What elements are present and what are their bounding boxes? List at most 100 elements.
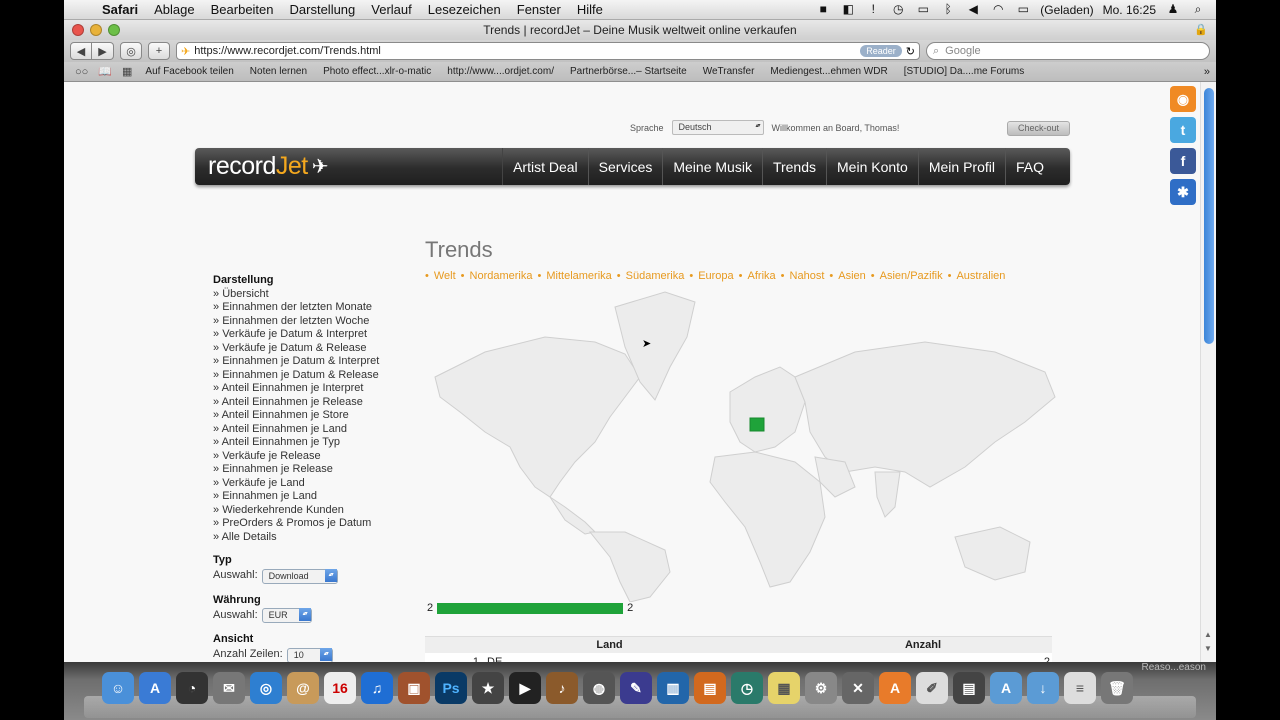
itunes-icon[interactable]: ♫ (361, 672, 393, 704)
reader-button[interactable]: Reader (860, 45, 902, 57)
bookmark-item[interactable]: Noten lernen (242, 66, 315, 77)
scroll-up-arrow[interactable]: ▲ (1204, 630, 1212, 639)
report-link[interactable]: Einnahmen je Datum & Release (213, 369, 379, 383)
page-scrollbar[interactable]: ▲ ▼ (1200, 82, 1216, 662)
calendar-icon[interactable]: 16 (324, 672, 356, 704)
alert-icon[interactable]: ! (865, 3, 881, 16)
address-book-icon[interactable]: @ (287, 672, 319, 704)
reload-icon[interactable]: ↻ (906, 45, 915, 58)
region-link[interactable]: Asien/Pazifik (871, 270, 943, 282)
report-link[interactable]: Alle Details (213, 531, 379, 545)
ansicht-select[interactable]: 10 (286, 647, 333, 662)
report-link[interactable]: Wiederkehrende Kunden (213, 504, 379, 518)
bookmark-item[interactable]: Mediengest...ehmen WDR (762, 66, 895, 77)
documents-stack-icon[interactable]: ≡ (1064, 672, 1096, 704)
spotlight-icon[interactable]: ⌕ (1190, 3, 1206, 16)
typ-select[interactable]: Download (261, 568, 338, 584)
table-row[interactable]: 1 DE 2 (425, 653, 1052, 662)
address-bar[interactable]: ✈ https://www.recordjet.com/Trends.html … (176, 42, 920, 60)
menu-safari[interactable]: Safari (94, 2, 146, 17)
tool-icon[interactable]: ◧ (840, 3, 856, 16)
report-link[interactable]: Anteil Einnahmen je Land (213, 423, 379, 437)
stickies-icon[interactable]: ▦ (768, 672, 800, 704)
iphoto-icon[interactable]: ▣ (398, 672, 430, 704)
report-link[interactable]: Verkäufe je Datum & Release (213, 342, 379, 356)
battery-icon[interactable]: ▭ (1015, 3, 1031, 16)
world-map[interactable]: ➤ (425, 282, 1061, 602)
app-store-icon[interactable]: A (139, 672, 171, 704)
back-button[interactable]: ◀ (70, 42, 92, 60)
report-link[interactable]: Verkäufe je Datum & Interpret (213, 328, 379, 342)
menu-lesezeichen[interactable]: Lesezeichen (420, 2, 509, 17)
menu-darstellung[interactable]: Darstellung (282, 2, 364, 17)
top-sites-button[interactable]: ◎ (120, 42, 142, 60)
preview-icon[interactable]: ✎ (620, 672, 652, 704)
final-cut-icon[interactable]: ▶ (509, 672, 541, 704)
checkout-button[interactable]: Check-out (1007, 121, 1070, 136)
display-icon[interactable]: ▭ (915, 3, 931, 16)
report-link[interactable]: Anteil Einnahmen je Release (213, 396, 379, 410)
time-machine-icon[interactable]: ◷ (731, 672, 763, 704)
bookmark-item[interactable]: http://www....ordjet.com/ (439, 66, 562, 77)
numbers-icon[interactable]: ▥ (657, 672, 689, 704)
region-link[interactable]: Europa (689, 270, 733, 282)
camera-icon[interactable]: ■ (815, 3, 831, 16)
time-machine-icon[interactable]: ◷ (890, 3, 906, 16)
menubar-clock[interactable]: Mo. 16:25 (1103, 3, 1156, 17)
keynote-icon[interactable]: ▤ (694, 672, 726, 704)
zoom-window-button[interactable] (108, 24, 120, 36)
nav-faq[interactable]: FAQ (1004, 148, 1054, 185)
nav-mein-profil[interactable]: Mein Profil (917, 148, 1005, 185)
column-anzahl[interactable]: Anzahl (794, 639, 1052, 651)
region-link[interactable]: Afrika (739, 270, 776, 282)
vlc-icon[interactable]: A (879, 672, 911, 704)
report-link[interactable]: Einnahmen je Release (213, 463, 379, 477)
report-link[interactable]: Anteil Einnahmen je Interpret (213, 382, 379, 396)
myspace-icon[interactable]: ✱ (1170, 179, 1196, 205)
search-field[interactable]: ⌕ Google (926, 42, 1210, 60)
report-link[interactable]: Verkäufe je Release (213, 450, 379, 464)
close-window-button[interactable] (72, 24, 84, 36)
bluetooth-icon[interactable]: ᛒ (940, 3, 956, 16)
menu-verlauf[interactable]: Verlauf (363, 2, 419, 17)
top-sites-grid-icon[interactable]: ▦ (117, 65, 137, 78)
report-link[interactable]: Einnahmen je Datum & Interpret (213, 355, 379, 369)
language-select[interactable]: Deutsch (671, 120, 764, 135)
region-link[interactable]: Australien (948, 270, 1005, 282)
report-link[interactable]: Übersicht (213, 288, 379, 302)
more-bookmarks-icon[interactable]: » (1204, 66, 1210, 78)
menu-bearbeiten[interactable]: Bearbeiten (203, 2, 282, 17)
volume-icon[interactable]: ◀ (965, 3, 981, 16)
scroll-down-arrow[interactable]: ▼ (1204, 644, 1212, 653)
add-bookmark-button[interactable]: + (148, 42, 170, 60)
photoshop-icon[interactable]: Ps (435, 672, 467, 704)
forward-button[interactable]: ▶ (92, 42, 114, 60)
menu-fenster[interactable]: Fenster (509, 2, 569, 17)
column-land[interactable]: Land (425, 639, 794, 651)
wifi-icon[interactable]: ◠ (990, 3, 1006, 16)
region-link[interactable]: Mittelamerika (538, 270, 611, 282)
dashboard-icon[interactable]: ◔ (176, 672, 208, 704)
bookmark-item[interactable]: [STUDIO] Da....me Forums (896, 66, 1033, 77)
photo-booth-icon[interactable]: ▤ (953, 672, 985, 704)
downloads-folder-icon[interactable]: ↓ (1027, 672, 1059, 704)
bookmark-item[interactable]: Auf Facebook teilen (137, 66, 241, 77)
imovie-star-icon[interactable]: ★ (472, 672, 504, 704)
region-link[interactable]: Südamerika (617, 270, 685, 282)
bookmark-item[interactable]: Photo effect...xlr-o-matic (315, 66, 439, 77)
region-link[interactable]: Nahost (781, 270, 825, 282)
nav-meine-musik[interactable]: Meine Musik (662, 148, 762, 185)
utility-icon[interactable]: ✕ (842, 672, 874, 704)
minimize-window-button[interactable] (90, 24, 102, 36)
trash-icon[interactable]: 🗑 (1101, 672, 1133, 704)
scrollbar-thumb[interactable] (1204, 88, 1214, 344)
safari-icon[interactable]: ◎ (250, 672, 282, 704)
system-preferences-icon[interactable]: ⚙ (805, 672, 837, 704)
applications-folder-icon[interactable]: A (990, 672, 1022, 704)
menu-ablage[interactable]: Ablage (146, 2, 202, 17)
report-link[interactable]: Verkäufe je Land (213, 477, 379, 491)
user-icon[interactable]: ♟ (1165, 3, 1181, 16)
nav-mein-konto[interactable]: Mein Konto (826, 148, 918, 185)
reading-list-icon[interactable]: ○○ (70, 66, 93, 78)
rss-icon[interactable]: ◉ (1170, 86, 1196, 112)
